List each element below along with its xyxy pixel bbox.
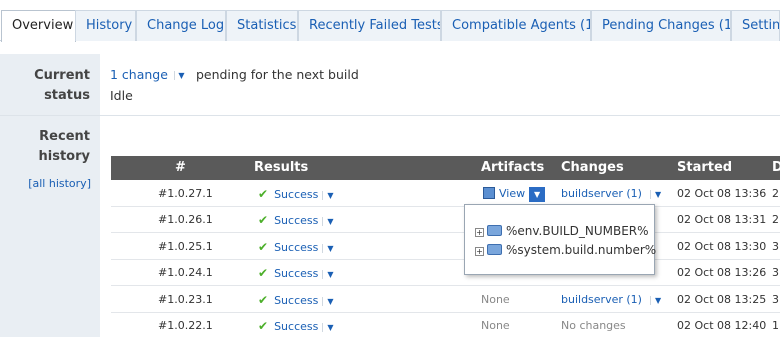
check-icon: ✔ [258,319,269,333]
changes-cell: buildserver (1) ▼ [561,287,662,314]
plus-icon[interactable]: + [475,247,484,256]
table-row: #1.0.23.1 ✔ Success ▼ None buildserver (1)… [111,287,780,313]
changes-link[interactable]: buildserver (1) [561,187,642,200]
build-number[interactable]: #1.0.23.1 [158,287,213,313]
tab-history[interactable]: History [75,10,136,41]
table-row: #1.0.27.1 ✔ Success ▼ View ▼ buildserver (1… [111,181,780,207]
result-link[interactable]: Success [274,267,318,280]
started-date: 02 Oct 08 12:40 [677,319,767,332]
chevron-down-icon[interactable]: ▼ [322,297,334,306]
started-date: 02 Oct 08 13:30 [677,240,767,253]
table-row: #1.0.26.1 ✔ Success ▼ 02 Oct 08 13:31 2 [111,207,780,233]
table-row: #1.0.24.1 ✔ Success ▼ 02 Oct 08 13:26 3 [111,260,780,286]
recent-history-label: Recent history [38,129,90,164]
chevron-down-icon[interactable]: ▼ [322,217,334,226]
tab-compatible-agents[interactable]: Compatible Agents (1) [441,10,591,41]
chevron-down-icon[interactable]: ▼ [322,191,334,200]
result-link[interactable]: Success [274,241,318,254]
tab-recently-failed-tests[interactable]: Recently Failed Tests [298,10,441,41]
column-header-changes[interactable]: Changes [561,156,624,180]
result-cell: ✔ Success ▼ [258,234,334,262]
pending-text: pending for the next build [195,67,359,82]
check-icon: ✔ [258,266,269,280]
result-link[interactable]: Success [274,320,318,333]
plus-icon[interactable]: + [475,228,484,237]
chevron-down-icon[interactable]: ▼ [529,186,546,202]
duration: 3 [772,240,779,253]
started-date: 02 Oct 08 13:26 [677,266,767,279]
chevron-down-icon[interactable]: ▼ [322,244,334,253]
build-number[interactable]: #1.0.24.1 [158,260,213,286]
result-link[interactable]: Success [274,188,318,201]
artifacts-none: None [481,293,510,306]
folder-icon [487,244,502,255]
check-icon: ✔ [258,293,269,307]
duration: 2 [772,213,779,226]
table-row: #1.0.25.1 ✔ Success ▼ 02 Oct 08 13:30 3 [111,234,780,260]
current-status-line: 1 change ▼ pending for the next build [110,67,359,82]
chevron-down-icon[interactable]: ▼ [649,190,662,199]
column-header-duration[interactable]: D [772,156,780,180]
duration: 3 [772,266,779,279]
duration: 3 [772,293,779,306]
chevron-down-icon[interactable]: ▼ [649,296,662,305]
artifact-item[interactable]: + %system.build.number% [475,241,656,259]
duration: 1 [772,319,779,332]
all-history-link[interactable]: [all history] [0,177,91,190]
result-cell: ✔ Success ▼ [258,181,334,209]
check-icon: ✔ [258,240,269,254]
tab-change-log[interactable]: Change Log [136,10,226,41]
table-row: #1.0.22.1 ✔ Success ▼ None No changes 02 O… [111,313,780,337]
status-state: Idle [110,88,133,103]
artifact-item-label: %env.BUILD_NUMBER% [506,224,649,238]
section-divider [0,115,780,116]
tab-bar: Overview History Change Log Statistics R… [0,0,780,54]
result-cell: ✔ Success ▼ [258,287,334,315]
artifacts-popup: + %env.BUILD_NUMBER% + %system.build.numbe… [464,204,656,275]
build-number[interactable]: #1.0.25.1 [158,234,213,260]
artifact-item[interactable]: + %env.BUILD_NUMBER% [475,222,649,240]
tab-overview[interactable]: Overview [1,10,76,42]
column-header-results[interactable]: Results [254,156,308,180]
artifacts-none: None [481,319,510,332]
chevron-down-icon[interactable]: ▼ [173,71,188,80]
result-cell: ✔ Success ▼ [258,260,334,288]
pending-changes-link[interactable]: 1 change [110,67,168,82]
check-icon: ✔ [258,213,269,227]
tab-pending-changes[interactable]: Pending Changes (1) [591,10,731,41]
tab-statistics[interactable]: Statistics [226,10,298,41]
build-number[interactable]: #1.0.27.1 [158,181,213,207]
result-link[interactable]: Success [274,214,318,227]
build-number[interactable]: #1.0.26.1 [158,207,213,233]
result-cell: ✔ Success ▼ [258,207,334,235]
artifact-item-label: %system.build.number% [506,243,657,257]
tab-settings[interactable]: Settings [731,10,780,41]
history-table-header: # Results Artifacts Changes Started D [111,156,780,180]
artifact-icon [483,187,495,199]
current-status-label: Current status [34,68,90,103]
folder-icon [487,225,502,236]
result-cell: ✔ Success ▼ [258,313,334,337]
chevron-down-icon[interactable]: ▼ [322,323,334,332]
view-artifacts-label: View [499,187,526,200]
no-changes-text: No changes [561,319,626,332]
column-header-artifacts[interactable]: Artifacts [481,156,544,180]
column-header-started[interactable]: Started [677,156,732,180]
started-date: 02 Oct 08 13:31 [677,213,767,226]
column-header-number[interactable]: # [175,156,186,180]
changes-link[interactable]: buildserver (1) [561,293,642,306]
chevron-down-icon[interactable]: ▼ [322,270,334,279]
check-icon: ✔ [258,187,269,201]
started-date: 02 Oct 08 13:36 [677,187,767,200]
result-link[interactable]: Success [274,294,318,307]
duration: 2 [772,187,779,200]
build-number[interactable]: #1.0.22.1 [158,313,213,337]
started-date: 02 Oct 08 13:25 [677,293,767,306]
